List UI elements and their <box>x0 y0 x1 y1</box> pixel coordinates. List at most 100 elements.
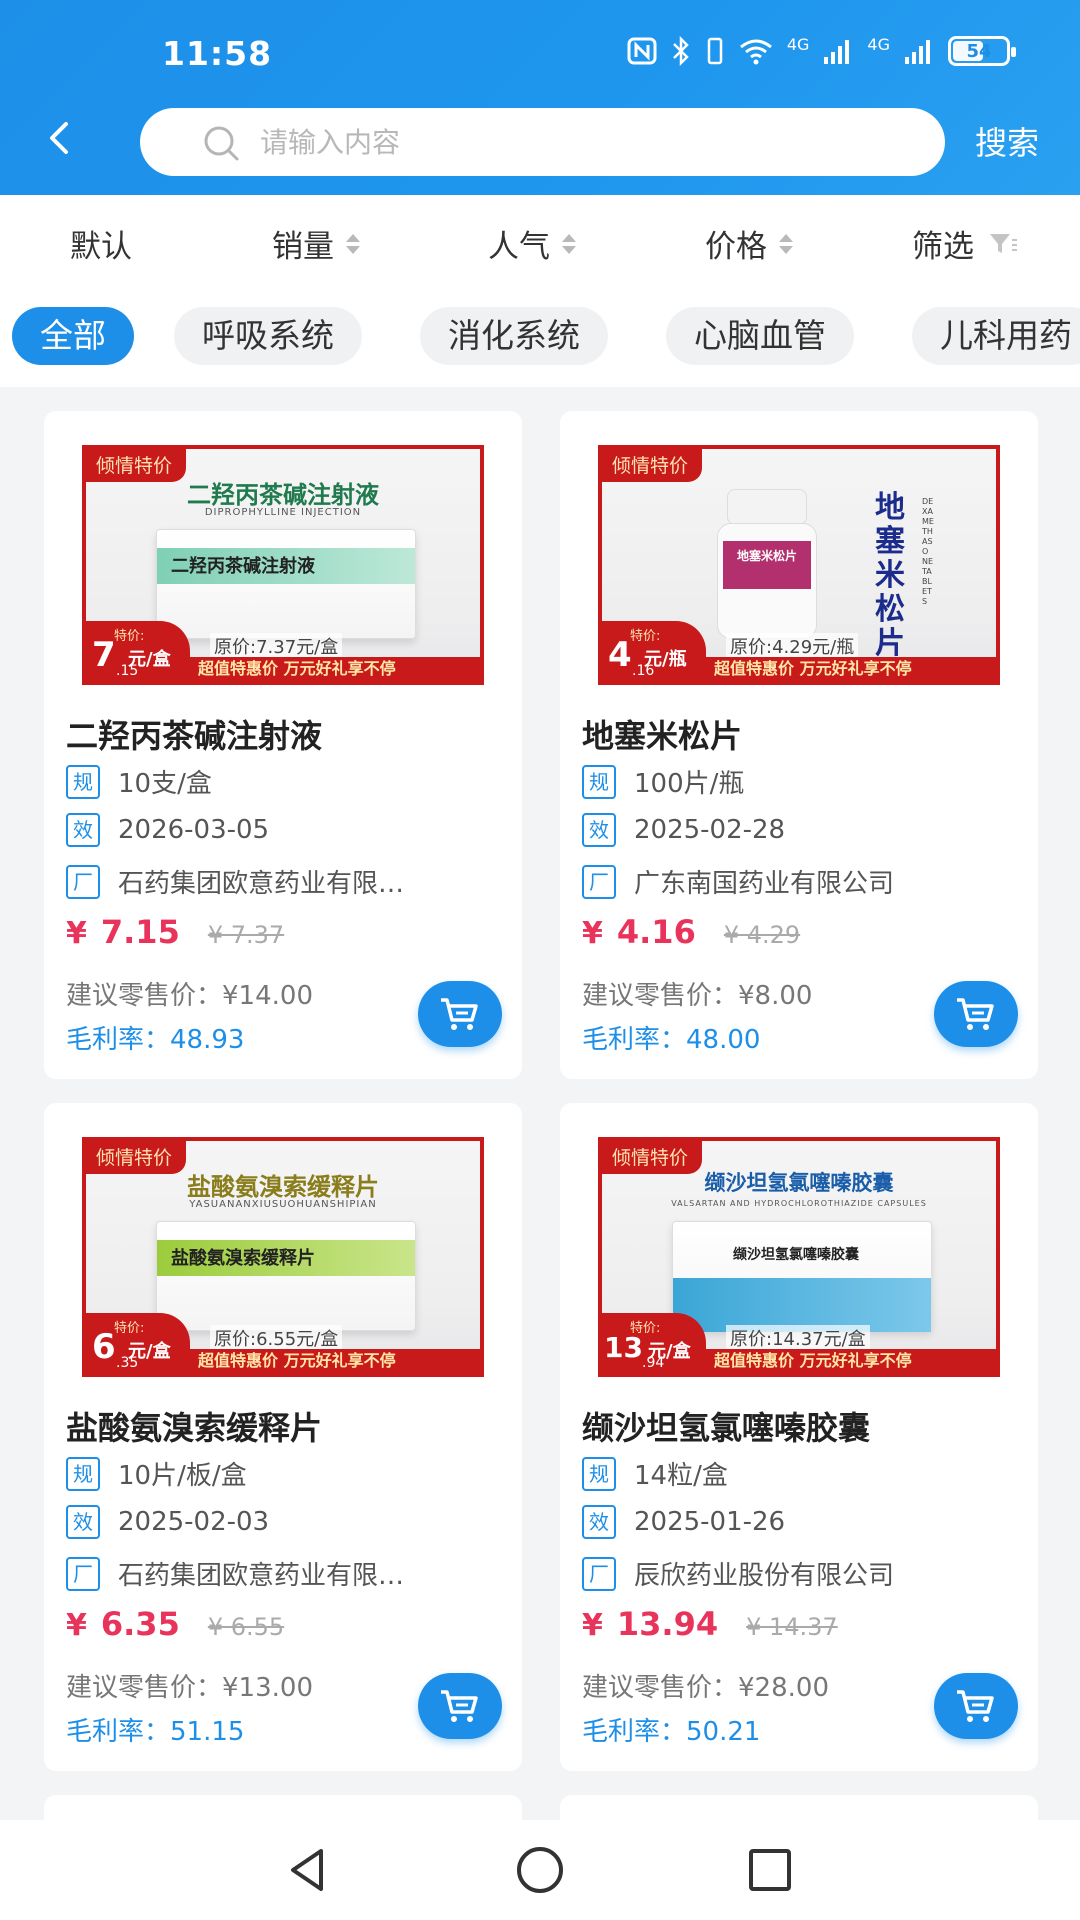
image-promo: 超值特惠价 万元好礼享不停 <box>706 657 996 681</box>
product-maker: 厂广东南国药业有限公司 <box>582 863 1012 900</box>
current-price: 13.94 <box>616 1605 719 1643</box>
retail-prefix: 建议零售价： <box>582 981 739 1011</box>
nav-recents-button[interactable] <box>738 1838 802 1902</box>
retail-value: ¥8.00 <box>738 981 813 1011</box>
spec-badge: 规 <box>66 764 100 799</box>
search-input[interactable] <box>260 125 860 159</box>
cart-icon <box>441 998 478 1030</box>
current-price: 4.16 <box>616 913 696 951</box>
spec-badge: 规 <box>582 1456 616 1491</box>
margin-rate: 毛利率：50.21 <box>582 1711 760 1748</box>
search-button[interactable]: 搜索 <box>975 118 1039 164</box>
category-all[interactable]: 全部 <box>12 307 134 365</box>
product-price: ¥ 4.16 ¥ 4.29 <box>582 913 800 951</box>
margin-rate: 毛利率：51.15 <box>66 1711 244 1748</box>
old-price: ¥ 14.37 <box>746 1613 838 1641</box>
nav-back-button[interactable] <box>276 1838 340 1902</box>
sort-popularity[interactable]: 人气 <box>488 221 576 266</box>
maker-badge: 厂 <box>66 1556 100 1591</box>
sort-default-label: 默认 <box>70 229 132 265</box>
image-price-int: 4 <box>608 635 632 675</box>
product-grid: 倾情特价 二羟丙茶碱注射液 DIPROPHYLLINE INJECTION 二羟… <box>0 387 1080 1820</box>
product-card[interactable]: 倾情特价 二羟丙茶碱注射液 DIPROPHYLLINE INJECTION 二羟… <box>44 411 522 1079</box>
margin-value: 51.15 <box>170 1717 245 1747</box>
image-title: 缬沙坦氢氯噻嗪胶囊 <box>704 1171 894 1195</box>
add-to-cart-button[interactable] <box>418 981 502 1047</box>
expiry-value: 2025-02-28 <box>634 815 786 845</box>
retail-value: ¥14.00 <box>222 981 313 1011</box>
spec-value: 100片/瓶 <box>634 769 745 799</box>
product-price: ¥ 6.35 ¥ 6.55 <box>66 1605 284 1643</box>
battery-icon: 54 <box>948 36 1016 66</box>
spec-badge: 规 <box>66 1456 100 1491</box>
product-price: ¥ 13.94 ¥ 14.37 <box>582 1605 838 1643</box>
product-spec: 规 14粒/盒 <box>582 1455 1012 1492</box>
product-spec: 规 100片/瓶 <box>582 763 1012 800</box>
category-cardio[interactable]: 心脑血管 <box>666 307 854 365</box>
image-orig-price: 原价:14.37元/盒 <box>726 1325 870 1351</box>
vibrate-icon <box>707 37 723 65</box>
back-button[interactable] <box>40 118 80 158</box>
cart-icon <box>441 1690 478 1722</box>
margin-rate: 毛利率：48.00 <box>582 1019 760 1056</box>
image-price-dec: .16 <box>632 663 655 679</box>
sort-arrows-icon <box>779 233 793 254</box>
product-name: 二羟丙茶碱注射液 <box>66 717 323 755</box>
add-to-cart-button[interactable] <box>934 1673 1018 1739</box>
search-box[interactable] <box>140 108 945 176</box>
sort-price-label: 价格 <box>705 229 767 265</box>
sort-price[interactable]: 价格 <box>705 221 793 266</box>
sort-default[interactable]: 默认 <box>70 221 132 266</box>
maker-badge: 厂 <box>582 1556 616 1591</box>
product-spec: 规 10支/盒 <box>66 763 496 800</box>
product-card[interactable]: 倾情特价 缬沙坦氢氯噻嗪胶囊 VALSARTAN AND HYDROCHLORO… <box>560 1103 1038 1771</box>
maker-value: 石药集团欧意药业有限… <box>118 1561 405 1591</box>
image-tag: 倾情特价 <box>602 449 703 482</box>
image-orig-price: 原价:7.37元/盒 <box>210 633 343 659</box>
old-price: ¥ 6.55 <box>207 1613 285 1641</box>
sort-sales[interactable]: 销量 <box>272 221 360 266</box>
category-digestive[interactable]: 消化系统 <box>420 307 608 365</box>
chevron-left-icon <box>50 122 68 154</box>
medicine-box: 二羟丙茶碱注射液 <box>156 529 416 639</box>
current-price: 7.15 <box>100 913 180 951</box>
add-to-cart-button[interactable] <box>418 1673 502 1739</box>
product-expiry: 效 2025-02-03 <box>66 1505 496 1539</box>
sort-arrows-icon <box>562 233 576 254</box>
product-name: 缬沙坦氢氯噻嗪胶囊 <box>582 1409 871 1447</box>
nav-back-icon <box>291 1849 323 1891</box>
product-card-partial[interactable] <box>44 1795 522 1820</box>
sort-bar: 默认 销量 人气 价格 筛选 <box>0 195 1080 295</box>
product-expiry: 效 2025-02-28 <box>582 813 1012 847</box>
expiry-badge: 效 <box>582 813 616 847</box>
margin-prefix: 毛利率： <box>66 1025 171 1055</box>
image-subtitle: VALSARTAN AND HYDROCHLOROTHIAZIDE CAPSUL… <box>671 1199 927 1208</box>
medicine-bottle: 地塞米松片 <box>717 489 817 639</box>
signal-4g-label-2: 4G <box>867 34 890 54</box>
category-respiratory[interactable]: 呼吸系统 <box>174 307 362 365</box>
currency-symbol: ¥ <box>582 916 603 951</box>
margin-value: 48.93 <box>170 1025 245 1055</box>
retail-prefix: 建议零售价： <box>582 1673 739 1703</box>
search-icon <box>204 126 239 161</box>
old-price: ¥ 7.37 <box>207 921 285 949</box>
image-price-badge: 特价: 6 元/盒 .35 <box>86 1313 190 1373</box>
sort-popularity-label: 人气 <box>488 229 550 265</box>
product-card[interactable]: 倾情特价 地塞米松片 地塞米松片 DEXAMETHASONE TABLETS 特… <box>560 411 1038 1079</box>
nav-home-button[interactable] <box>508 1838 572 1902</box>
signal-4g-icon <box>824 40 850 64</box>
margin-value: 48.00 <box>686 1025 761 1055</box>
battery-level: 54 <box>966 40 992 62</box>
category-pediatric[interactable]: 儿科用药 <box>912 307 1080 365</box>
image-title: 盐酸氨溴索缓释片 <box>187 1173 379 1201</box>
product-maker: 厂石药集团欧意药业有限… <box>66 1555 496 1592</box>
expiry-badge: 效 <box>582 1505 616 1539</box>
sort-filter[interactable]: 筛选 <box>912 221 1018 266</box>
product-image: 倾情特价 缬沙坦氢氯噻嗪胶囊 VALSARTAN AND HYDROCHLORO… <box>598 1137 1000 1377</box>
sort-filter-label: 筛选 <box>912 229 974 265</box>
add-to-cart-button[interactable] <box>934 981 1018 1047</box>
signal-4g-icon <box>905 40 930 64</box>
product-card[interactable]: 倾情特价 盐酸氨溴索缓释片 YASUANANXIUSUOHUANSHIPIAN … <box>44 1103 522 1771</box>
product-maker: 厂石药集团欧意药业有限… <box>66 863 496 900</box>
product-card-partial[interactable] <box>560 1795 1038 1820</box>
